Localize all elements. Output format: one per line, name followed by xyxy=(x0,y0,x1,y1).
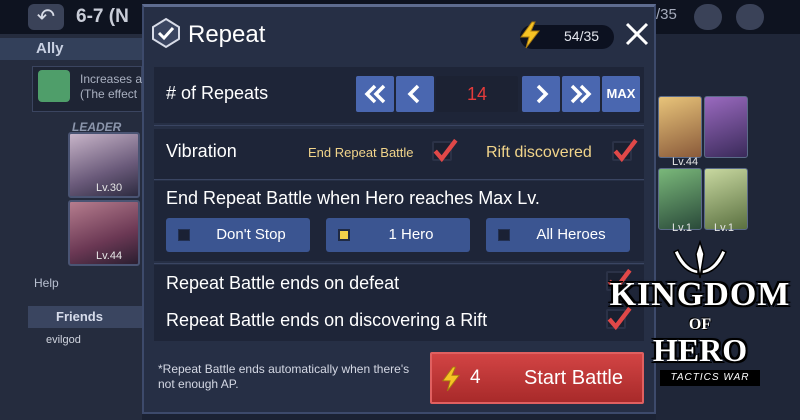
hero-level: Lv.30 xyxy=(96,182,123,194)
decrease-button[interactable] xyxy=(396,76,434,112)
increase-button[interactable] xyxy=(522,76,560,112)
hero-level: Lv.44 xyxy=(96,250,123,262)
max-level-label: End Repeat Battle when Hero reaches Max … xyxy=(166,188,540,208)
double-chevron-right-icon xyxy=(570,84,592,104)
double-chevron-left-icon xyxy=(364,84,386,104)
leader-heart-icon xyxy=(38,70,70,102)
stage-title: 6-7 (N xyxy=(76,6,129,27)
rift-vibration-label: Rift discovered xyxy=(486,144,592,161)
hero-level: Lv.1 xyxy=(672,222,692,234)
radio-indicator xyxy=(178,229,190,241)
option-label: 1 Hero xyxy=(388,226,434,243)
defeat-label: Repeat Battle ends on defeat xyxy=(166,273,400,293)
ap-note: *Repeat Battle ends automatically when t… xyxy=(158,362,410,391)
divider xyxy=(154,125,644,126)
hero-portrait[interactable] xyxy=(658,96,702,158)
decrease-max-button[interactable] xyxy=(356,76,394,112)
hero-level: Lv.1 xyxy=(714,222,734,234)
option-dont-stop[interactable]: Don't Stop xyxy=(166,218,310,252)
option-1-hero[interactable]: 1 Hero xyxy=(326,218,470,252)
ap-value: 54/35 xyxy=(564,28,600,44)
chat-icon[interactable] xyxy=(694,4,722,30)
radio-indicator xyxy=(498,229,510,241)
rift-vibration-checkbox[interactable] xyxy=(612,137,638,163)
hero-portrait[interactable] xyxy=(658,168,702,230)
check-shield-icon xyxy=(152,17,180,49)
trident-emblem-icon xyxy=(673,240,727,279)
divider xyxy=(154,263,644,264)
hero-portrait[interactable] xyxy=(704,96,748,158)
leader-bonus-text: Increases a (The effect xyxy=(80,72,143,101)
repeat-modal: Repeat 54/35 # of Repeats 14 MAX Vibrati… xyxy=(142,4,656,414)
chevron-left-icon xyxy=(407,84,420,104)
lightning-icon xyxy=(520,21,541,49)
ap-counter-bg: /35 xyxy=(656,6,677,23)
max-button[interactable]: MAX xyxy=(602,76,640,112)
lightning-icon xyxy=(441,366,461,392)
game-logo: KINGDOM OF HERO TACTICS WAR xyxy=(600,240,800,420)
menu-icon[interactable] xyxy=(736,4,764,30)
logo-line-1: KINGDOM xyxy=(609,276,791,313)
logo-tagline: TACTICS WAR xyxy=(660,370,760,386)
radio-indicator xyxy=(338,229,350,241)
friends-tab[interactable]: Friends xyxy=(28,306,142,328)
option-label: Don't Stop xyxy=(216,226,286,243)
checkmark-icon xyxy=(613,138,638,163)
friend-name: evilgod xyxy=(46,334,81,346)
end-repeat-vibration-checkbox[interactable] xyxy=(432,137,458,163)
rift-end-label: Repeat Battle ends on discovering a Rift xyxy=(166,310,488,330)
help-label[interactable]: Help xyxy=(34,276,59,290)
start-ap-cost: 4 xyxy=(470,367,481,388)
ally-tab[interactable]: Ally xyxy=(0,38,142,60)
back-button[interactable]: ↶ xyxy=(28,4,64,30)
close-icon[interactable] xyxy=(622,19,652,49)
vibration-label: Vibration xyxy=(166,141,237,161)
increase-max-button[interactable] xyxy=(562,76,600,112)
hero-level: Lv.44 xyxy=(672,156,699,168)
checkmark-icon xyxy=(433,138,458,163)
modal-title: Repeat xyxy=(188,21,266,48)
repeats-label: # of Repeats xyxy=(166,83,269,103)
repeat-count[interactable]: 14 xyxy=(436,76,518,112)
chevron-right-icon xyxy=(536,84,549,104)
logo-line-3: HERO xyxy=(652,332,748,368)
divider xyxy=(154,179,644,180)
hero-portrait[interactable] xyxy=(704,168,748,230)
end-repeat-vibration-label: End Repeat Battle xyxy=(308,145,414,160)
